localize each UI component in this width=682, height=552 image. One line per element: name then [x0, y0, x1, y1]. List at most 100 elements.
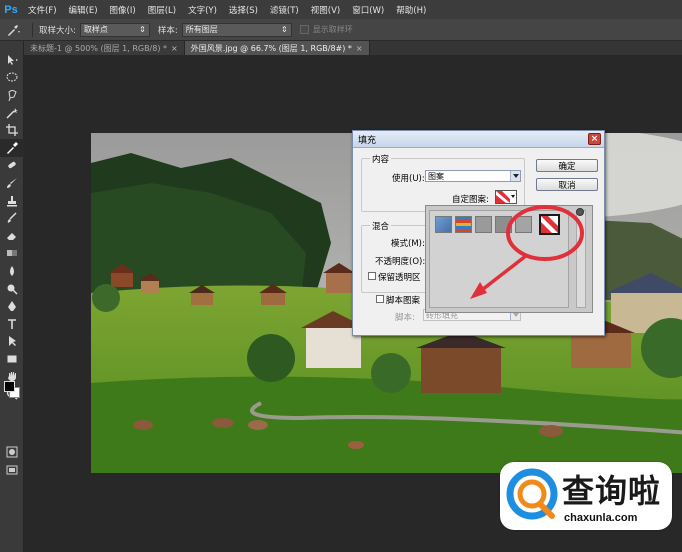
- pattern-laid-horizontal[interactable]: [475, 216, 492, 233]
- menu-image[interactable]: 图像(I): [104, 4, 142, 16]
- blur-icon: [10, 265, 14, 276]
- menu-filter[interactable]: 滤镜(T): [264, 4, 305, 16]
- tab-landscape[interactable]: 外国风景.jpg @ 66.7% (图层 1, RGB/8#) * ×: [184, 41, 370, 55]
- sample-label: 样本:: [157, 25, 178, 36]
- show-sampling-ring-checkbox[interactable]: 显示取样环: [299, 24, 353, 35]
- eyedropper-tool[interactable]: [0, 138, 24, 157]
- pattern-picker-popup: [425, 205, 593, 313]
- healing-brush-icon: [8, 162, 16, 169]
- gradient-icon: [7, 250, 17, 257]
- history-brush-icon: [7, 212, 17, 224]
- crop-tool[interactable]: [0, 121, 24, 139]
- lasso-tool[interactable]: [0, 86, 24, 104]
- quick-mask-button[interactable]: [6, 446, 18, 461]
- path-selection-icon: [9, 336, 16, 347]
- options-bar: 取样大小: 取样点 ⇕ 样本: 所有图层 ⇕ 显示取样环: [0, 19, 682, 41]
- pattern-custom-selected[interactable]: [539, 214, 560, 235]
- content-group-title: 内容: [370, 153, 392, 165]
- pattern-swatch-icon: [496, 191, 515, 203]
- marquee-tool[interactable]: [0, 69, 24, 87]
- close-icon[interactable]: ×: [171, 44, 178, 53]
- sample-value: 所有图层: [185, 25, 218, 34]
- menu-bar: Ps 文件(F) 编辑(E) 图像(I) 图层(L) 文字(Y) 选择(S) 滤…: [0, 0, 682, 19]
- pattern-gray-granite[interactable]: [515, 216, 532, 233]
- dialog-title: 填充: [358, 135, 377, 146]
- show-sampling-ring-label: 显示取样环: [312, 25, 353, 34]
- healing-brush-tool[interactable]: [0, 157, 24, 175]
- magnifier-logo-icon: [506, 468, 558, 520]
- sample-size-value: 取样点: [83, 25, 108, 34]
- gear-icon[interactable]: [576, 208, 584, 216]
- pen-tool[interactable]: [0, 297, 24, 315]
- menu-window[interactable]: 窗口(W): [346, 4, 390, 16]
- blur-tool[interactable]: [0, 262, 24, 280]
- mode-label: 模式(M):: [391, 239, 425, 249]
- lasso-icon: [8, 89, 17, 101]
- cancel-button[interactable]: 取消: [536, 178, 598, 191]
- brush-tool[interactable]: [0, 174, 24, 192]
- move-tool[interactable]: [0, 51, 24, 69]
- screen-mode-icon: [6, 465, 18, 475]
- clone-stamp-tool[interactable]: [0, 192, 24, 210]
- close-button[interactable]: ×: [588, 133, 601, 145]
- rectangle-tool[interactable]: [0, 350, 24, 368]
- use-select[interactable]: 图案: [425, 170, 521, 182]
- chevron-updown-icon: ⇕: [139, 25, 146, 34]
- sample-size-select[interactable]: 取样点 ⇕: [79, 22, 150, 37]
- menu-type[interactable]: 文字(Y): [182, 4, 223, 16]
- pattern-tie-dye[interactable]: [455, 216, 472, 233]
- watermark-text: 查询啦: [562, 472, 662, 510]
- pattern-bubbles[interactable]: [435, 216, 452, 233]
- menu-view[interactable]: 视图(V): [305, 4, 346, 16]
- custom-pattern-label: 自定图案:: [452, 195, 489, 205]
- menu-help[interactable]: 帮助(H): [390, 4, 432, 16]
- magic-wand-tool[interactable]: [0, 104, 24, 122]
- dodge-icon: [7, 284, 18, 295]
- eraser-icon: [7, 232, 16, 240]
- opacity-label: 不透明度(O):: [375, 257, 426, 267]
- gradient-tool[interactable]: [0, 245, 24, 263]
- blend-group-title: 混合: [370, 220, 392, 232]
- custom-pattern-icon: [541, 216, 558, 233]
- sample-size-label: 取样大小:: [39, 25, 76, 36]
- menu-layer[interactable]: 图层(L): [142, 4, 182, 16]
- script-pattern-checkbox[interactable]: [376, 295, 384, 303]
- tab-untitled[interactable]: 未标题-1 @ 500% (图层 1, RGB/8) * ×: [24, 41, 185, 55]
- use-value: 图案: [428, 171, 444, 181]
- dodge-tool[interactable]: [0, 280, 24, 298]
- move-icon: [8, 54, 18, 65]
- brush-icon: [7, 177, 17, 188]
- watermark-url: chaxunla.com: [564, 512, 638, 524]
- menu-select[interactable]: 选择(S): [223, 4, 264, 16]
- pattern-fine-grain[interactable]: [495, 216, 512, 233]
- foreground-color-swatch[interactable]: [4, 381, 15, 392]
- preserve-transparency-checkbox[interactable]: [368, 272, 376, 280]
- close-icon[interactable]: ×: [356, 44, 363, 53]
- dialog-title-bar[interactable]: 填充: [353, 131, 604, 148]
- quick-mask-icon: [6, 446, 18, 458]
- toolbar-grip[interactable]: [0, 41, 23, 51]
- custom-pattern-picker[interactable]: [495, 190, 517, 204]
- chevron-down-icon: [510, 171, 520, 181]
- pattern-scrollbar[interactable]: [576, 210, 586, 308]
- photoshop-logo: Ps: [4, 3, 18, 16]
- screen-mode-button[interactable]: [6, 464, 18, 479]
- marquee-icon: [6, 72, 18, 82]
- eraser-tool[interactable]: [0, 227, 24, 245]
- type-tool[interactable]: [0, 315, 24, 333]
- pen-icon: [8, 301, 16, 312]
- script-pattern-label: 脚本图案: [386, 296, 421, 306]
- ok-button[interactable]: 确定: [536, 159, 598, 172]
- path-selection-tool[interactable]: [0, 333, 24, 351]
- rectangle-icon: [7, 355, 17, 363]
- tab-label: 外国风景.jpg @ 66.7% (图层 1, RGB/8#) *: [190, 43, 352, 53]
- tool-preset-picker[interactable]: [0, 19, 26, 41]
- preserve-transparency-label: 保留透明区: [378, 273, 421, 283]
- history-brush-tool[interactable]: [0, 209, 24, 227]
- menu-edit[interactable]: 编辑(E): [63, 4, 104, 16]
- sample-select[interactable]: 所有图层 ⇕: [181, 22, 292, 37]
- document-tabs: 未标题-1 @ 500% (图层 1, RGB/8) * × 外国风景.jpg …: [24, 41, 682, 55]
- pattern-grid: [429, 210, 569, 308]
- crop-icon: [6, 124, 18, 137]
- menu-file[interactable]: 文件(F): [22, 4, 63, 16]
